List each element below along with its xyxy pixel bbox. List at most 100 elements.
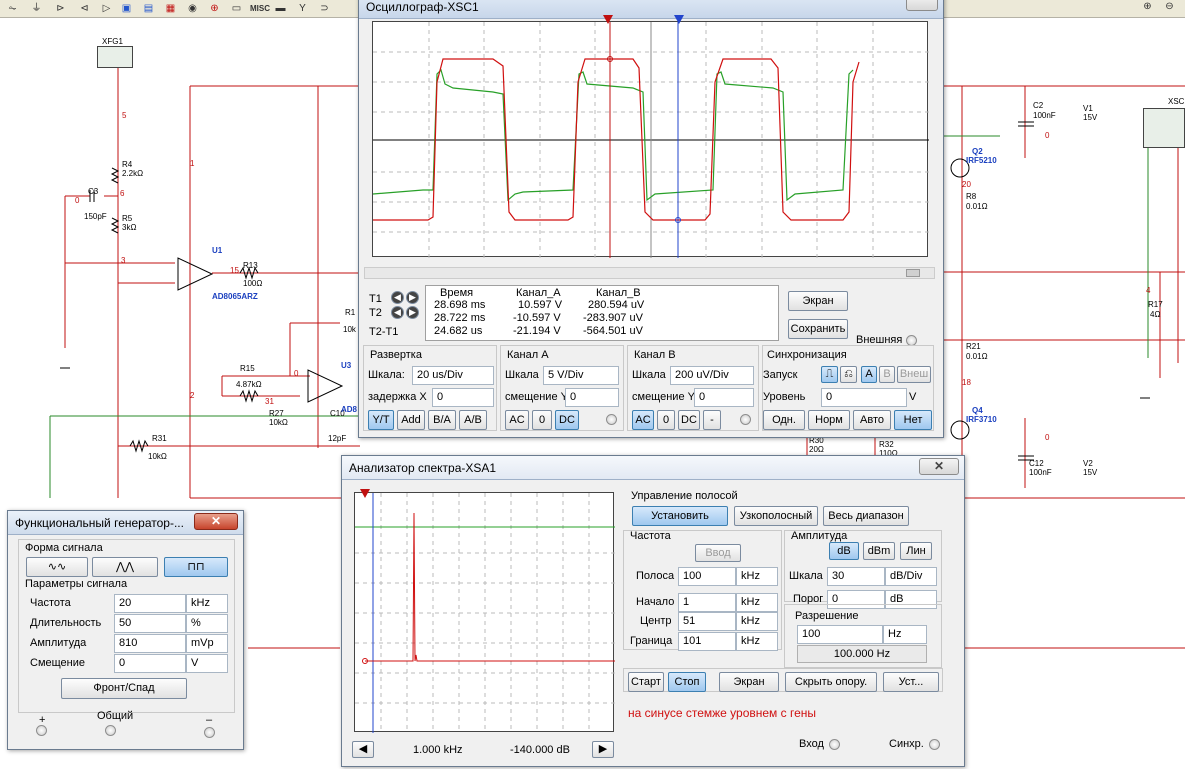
offset-unit[interactable]: V (186, 654, 228, 673)
electromech-icon[interactable]: Y (296, 2, 309, 15)
power-icon[interactable]: ⊕ (208, 2, 221, 15)
amp-scale-unit[interactable]: dB/Div (885, 567, 937, 586)
trigger-auto-button[interactable]: Авто (853, 410, 891, 430)
trigger-source-b[interactable]: B (879, 366, 895, 383)
common-terminal[interactable] (105, 725, 116, 736)
dbm-mode-button[interactable]: dBm (863, 542, 895, 560)
full-span-button[interactable]: Весь диапазон (823, 506, 909, 526)
channel-b-radio[interactable] (740, 414, 751, 425)
channel-b-dc-button[interactable]: DC (678, 410, 700, 430)
mcu-icon[interactable]: ▦ (164, 2, 177, 15)
function-generator-symbol[interactable]: XFG1 (97, 37, 133, 68)
channel-a-zero-button[interactable]: 0 (532, 410, 552, 430)
amplitude-unit[interactable]: mVp (186, 634, 228, 653)
enter-button[interactable]: Ввод (695, 544, 741, 562)
span-unit[interactable]: kHz (736, 567, 778, 586)
misc-label[interactable]: MISC (249, 2, 271, 15)
minus-terminal[interactable] (204, 727, 215, 738)
screen-button[interactable]: Экран (788, 291, 848, 311)
save-button[interactable]: Сохранить (788, 319, 848, 339)
frequency-field[interactable]: 20 (114, 594, 186, 613)
start-freq-unit[interactable]: kHz (736, 593, 778, 612)
channel-a-radio[interactable] (606, 414, 617, 425)
trigger-source-a[interactable]: A (861, 366, 877, 383)
frequency-unit[interactable]: kHz (186, 594, 228, 613)
close-button[interactable]: ✕ (194, 513, 238, 530)
source-icon[interactable]: ⏚ (30, 2, 43, 15)
generator-titlebar[interactable]: Функциональный генератор-... ✕ (8, 511, 243, 535)
hide-reference-button[interactable]: Скрыть опору. (785, 672, 877, 692)
input-terminal[interactable] (829, 739, 840, 750)
yt-button[interactable]: Y/T (368, 410, 394, 430)
analog-icon[interactable]: ▷ (100, 2, 113, 15)
span-field[interactable]: 100 (678, 567, 736, 586)
stop-button[interactable]: Стоп (668, 672, 706, 692)
db-mode-button[interactable]: dB (829, 542, 859, 560)
timebase-scale-field[interactable]: 20 us/Div (412, 366, 494, 385)
start-button[interactable]: Старт (628, 672, 664, 692)
ab-button[interactable]: A/B (459, 410, 487, 430)
rf-icon[interactable]: ▬ (274, 2, 287, 15)
timebase-delay-field[interactable]: 0 (432, 388, 494, 407)
trigger-terminal[interactable] (929, 739, 940, 750)
trigger-level-field[interactable]: 0 (821, 388, 907, 407)
ba-button[interactable]: B/A (428, 410, 456, 430)
plus-terminal[interactable] (36, 725, 47, 736)
offset-field[interactable]: 0 (114, 654, 186, 673)
duty-cycle-unit[interactable]: % (186, 614, 228, 633)
duty-cycle-field[interactable]: 50 (114, 614, 186, 633)
triangle-wave-icon[interactable]: ⋀⋀ (92, 557, 158, 577)
oscilloscope-screen[interactable] (372, 21, 929, 258)
channel-b-offset-field[interactable]: 0 (694, 388, 754, 407)
channel-a-dc-button[interactable]: DC (555, 410, 579, 430)
resolution-field[interactable]: 100 (797, 625, 883, 644)
display-icon[interactable]: ▭ (230, 2, 243, 15)
screen-button[interactable]: Экран (719, 672, 779, 692)
add-button[interactable]: Add (397, 410, 425, 430)
trigger-source-external[interactable]: Внеш (897, 366, 931, 383)
rising-edge-icon[interactable]: ⎍ (821, 366, 838, 383)
resistor-icon[interactable]: ⏦ (6, 2, 19, 15)
t1-left-arrow-icon[interactable]: ◀ (391, 291, 404, 304)
t1-right-arrow-icon[interactable]: ▶ (406, 291, 419, 304)
trigger-single-button[interactable]: Одн. (763, 410, 805, 430)
oscilloscope-titlebar[interactable]: Осциллограф-XSC1 (359, 0, 943, 19)
rise-fall-button[interactable]: Фронт/Спад (61, 678, 187, 699)
channel-b-scale-field[interactable]: 200 uV/Div (670, 366, 754, 385)
oscilloscope-symbol[interactable]: XSC1 (1143, 97, 1185, 148)
ttl-icon[interactable]: ▣ (120, 2, 133, 15)
zoom-in-icon[interactable]: ⊕ (1141, 0, 1154, 13)
close-button[interactable]: ✕ (919, 458, 959, 475)
resolution-unit[interactable]: Hz (883, 625, 927, 644)
spectrum-titlebar[interactable]: Анализатор спектра-XSA1 ✕ (342, 456, 964, 480)
falling-edge-icon[interactable]: ⎌ (840, 366, 857, 383)
scrollbar-thumb[interactable] (906, 269, 920, 277)
indicator-icon[interactable]: ◉ (186, 2, 199, 15)
channel-a-offset-field[interactable]: 0 (565, 388, 619, 407)
transistor-icon[interactable]: ⊲ (78, 2, 91, 15)
channel-b-minus-button[interactable]: - (703, 410, 721, 430)
center-freq-unit[interactable]: kHz (736, 612, 778, 631)
channel-a-ac-button[interactable]: AC (505, 410, 529, 430)
start-freq-field[interactable]: 1 (678, 593, 736, 612)
sine-wave-icon[interactable]: ∿∿ (26, 557, 88, 577)
cmos-icon[interactable]: ▤ (142, 2, 155, 15)
trigger-normal-button[interactable]: Норм (808, 410, 850, 430)
end-freq-unit[interactable]: kHz (736, 632, 778, 651)
channel-b-ac-button[interactable]: AC (632, 410, 654, 430)
spectrum-screen[interactable] (354, 492, 615, 733)
zoom-out-icon[interactable]: ⊖ (1163, 0, 1176, 13)
channel-b-zero-button[interactable]: 0 (657, 410, 675, 430)
cursor-left-arrow-icon[interactable]: ◀ (352, 741, 374, 758)
linear-mode-button[interactable]: Лин (900, 542, 932, 560)
end-freq-field[interactable]: 101 (678, 632, 736, 651)
trigger-none-button[interactable]: Нет (894, 410, 932, 430)
center-freq-field[interactable]: 51 (678, 612, 736, 631)
amplitude-field[interactable]: 810 (114, 634, 186, 653)
zero-span-button[interactable]: Узкополосный (734, 506, 818, 526)
close-button[interactable] (906, 0, 938, 11)
t2-left-arrow-icon[interactable]: ◀ (391, 306, 404, 319)
mixed-icon[interactable]: ⊃ (318, 2, 331, 15)
settings-button[interactable]: Уст... (883, 672, 939, 692)
cursor-right-arrow-icon[interactable]: ▶ (592, 741, 614, 758)
